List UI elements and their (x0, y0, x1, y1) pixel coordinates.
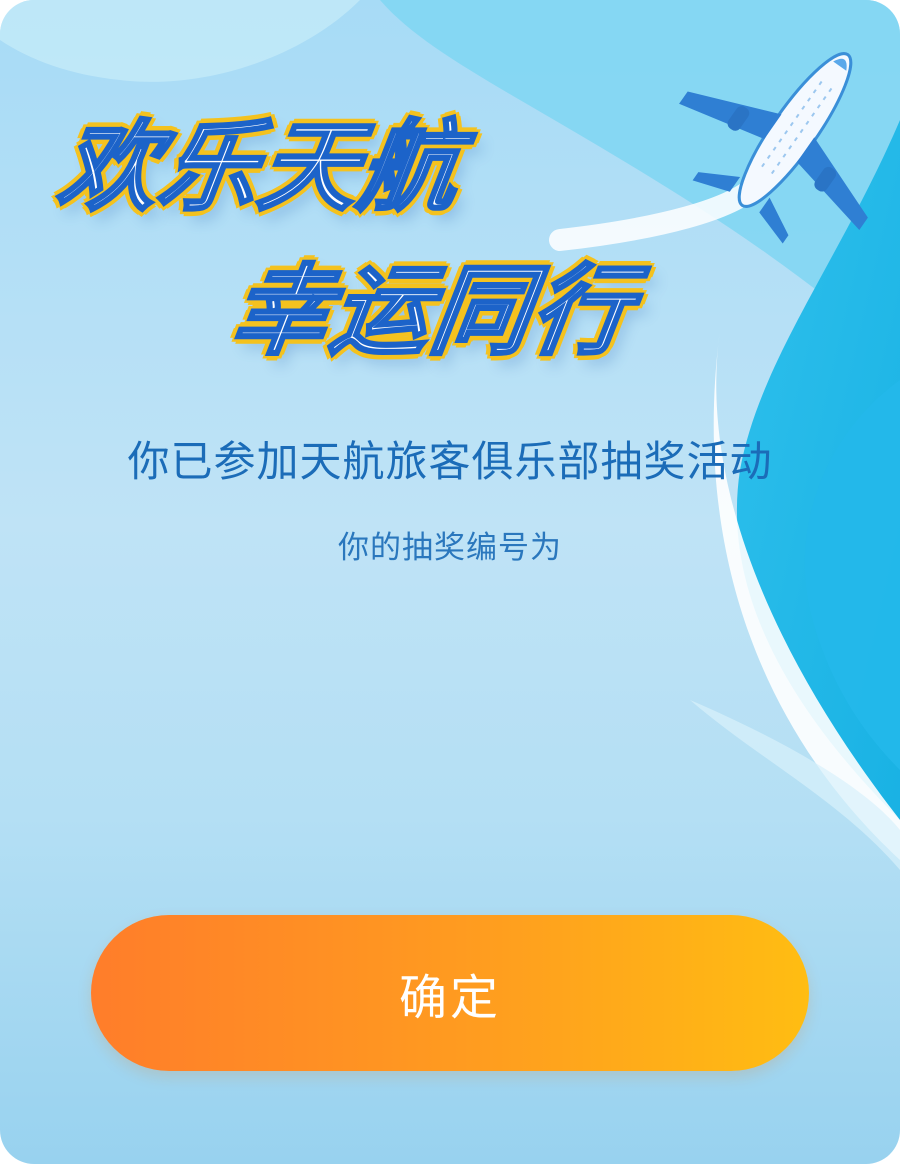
confirm-button-label: 确定 (398, 970, 501, 1026)
headline-line1: 欢乐天航 (50, 110, 469, 227)
confirm-button[interactable]: 确定 (91, 915, 809, 1071)
lottery-dialog: 欢乐天航 幸运同行 你已参加天航旅客俱乐部抽奖活动 你的抽奖编号为 确定 (0, 0, 900, 1164)
lottery-number-label: 你的抽奖编号为 (338, 530, 562, 566)
participation-message: 你已参加天航旅客俱乐部抽奖活动 (127, 437, 773, 486)
headline-line2: 幸运同行 (222, 254, 641, 371)
